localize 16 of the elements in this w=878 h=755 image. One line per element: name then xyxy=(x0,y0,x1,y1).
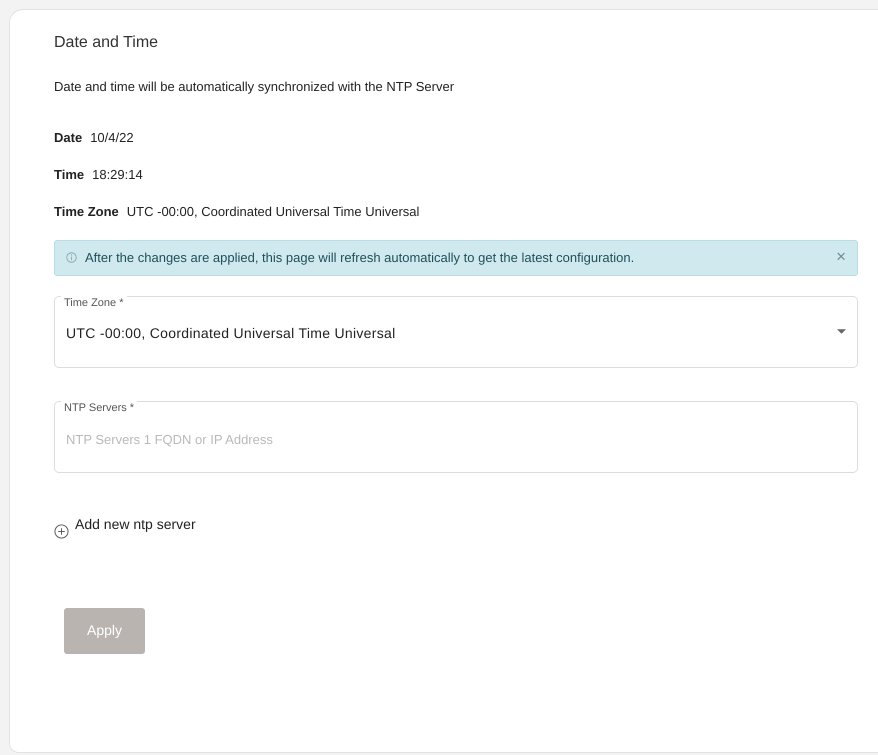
field-label: NTP Servers * xyxy=(61,400,138,414)
add-circle-icon[interactable] xyxy=(54,524,69,538)
alert-message: After the changes are applied, this page will refresh automatically to get the latest configuration. xyxy=(85,248,636,267)
add-server-link[interactable]: Add new ntp server xyxy=(75,514,196,534)
selected-value: UTC -00:00, Coordinated Universal Time Universal xyxy=(66,324,397,343)
info-value: 10/4/22 xyxy=(90,130,134,146)
description-text: Date and time will be automatically synchronized with the NTP Server xyxy=(54,78,456,96)
info-label: Date xyxy=(54,130,82,146)
dropdown-caret-icon xyxy=(837,329,846,334)
info-label: Time Zone xyxy=(54,204,119,220)
info-value: 18:29:14 xyxy=(92,166,143,182)
info-icon xyxy=(66,252,77,262)
info-label: Time xyxy=(54,166,84,182)
field-label: Time Zone * xyxy=(61,296,127,310)
info-value: UTC -00:00, Coordinated Universal Time Universal xyxy=(126,204,420,220)
card-title: Date and Time xyxy=(54,33,160,53)
